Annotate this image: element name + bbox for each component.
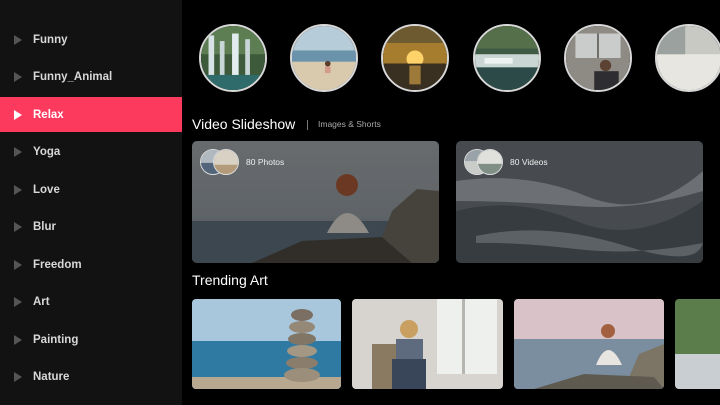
- story-circle-sea-foam[interactable]: [655, 24, 720, 92]
- photo-thumb-icon: [213, 149, 239, 175]
- sidebar-item-painting[interactable]: Painting: [0, 322, 182, 357]
- sidebar-item-art[interactable]: Art: [0, 284, 182, 319]
- video-thumb-icon: [477, 149, 503, 175]
- trending-tile-window[interactable]: [352, 299, 503, 389]
- photos-count: 80 Photos: [246, 157, 285, 167]
- category-sidebar: Funny Funny_Animal Relax Yoga Love Blur …: [0, 0, 182, 405]
- sidebar-item-label: Nature: [33, 370, 70, 383]
- sidebar-item-label: Painting: [33, 333, 79, 346]
- video-slideshow-subtitle: Images & Shorts: [318, 119, 381, 129]
- coast-art: [675, 299, 720, 389]
- sidebar-item-funny-animal[interactable]: Funny_Animal: [0, 59, 182, 94]
- woman-window-art: [352, 299, 503, 389]
- play-icon: [14, 259, 22, 270]
- trending-tile-rock-sunset[interactable]: [514, 299, 664, 389]
- play-icon: [14, 371, 22, 382]
- trending-tile-stones[interactable]: [192, 299, 341, 389]
- sea-foam-thumbnail: [657, 26, 720, 90]
- story-circle-beach[interactable]: [290, 24, 358, 92]
- sidebar-item-label: Art: [33, 295, 50, 308]
- sidebar-item-yoga[interactable]: Yoga: [0, 134, 182, 169]
- sidebar-item-label: Funny_Animal: [33, 70, 113, 83]
- river-rapids-thumbnail: [475, 26, 539, 90]
- sidebar-item-label: Relax: [33, 108, 64, 121]
- play-icon: [14, 109, 22, 120]
- play-icon: [14, 146, 22, 157]
- play-icon: [14, 221, 22, 232]
- play-icon: [14, 34, 22, 45]
- woman-on-beach-thumbnail: [292, 26, 356, 90]
- sidebar-item-label: Blur: [33, 220, 56, 233]
- section-divider: [307, 120, 308, 130]
- play-icon: [14, 184, 22, 195]
- videos-count: 80 Videos: [510, 157, 548, 167]
- sidebar-item-funny[interactable]: Funny: [0, 22, 182, 57]
- play-icon: [14, 334, 22, 345]
- sidebar-item-label: Freedom: [33, 258, 82, 271]
- story-circle-river[interactable]: [473, 24, 541, 92]
- waterfall-forest-thumbnail: [201, 26, 265, 90]
- slideshow-card-photos[interactable]: 80 Photos: [192, 141, 439, 263]
- story-circle-indoors[interactable]: [564, 24, 632, 92]
- sidebar-item-blur[interactable]: Blur: [0, 209, 182, 244]
- story-circle-waterfall[interactable]: [199, 24, 267, 92]
- sidebar-item-label: Funny: [33, 33, 68, 46]
- sunset-sea-thumbnail: [383, 26, 447, 90]
- story-circle-sunset[interactable]: [381, 24, 449, 92]
- stacked-stones-art: [192, 299, 341, 389]
- sidebar-item-nature[interactable]: Nature: [0, 359, 182, 394]
- trending-art-title: Trending Art: [192, 272, 268, 288]
- woman-rock-sunset-art: [514, 299, 664, 389]
- sidebar-item-label: Yoga: [33, 145, 61, 158]
- trending-tile-coast[interactable]: [675, 299, 720, 389]
- sidebar-item-label: Love: [33, 183, 60, 196]
- play-icon: [14, 71, 22, 82]
- sidebar-item-love[interactable]: Love: [0, 172, 182, 207]
- woman-indoors-thumbnail: [566, 26, 630, 90]
- slideshow-card-videos[interactable]: 80 Videos: [456, 141, 703, 263]
- video-slideshow-title: Video Slideshow: [192, 116, 296, 132]
- sidebar-item-freedom[interactable]: Freedom: [0, 247, 182, 282]
- play-icon: [14, 296, 22, 307]
- sidebar-item-relax[interactable]: Relax: [0, 97, 182, 132]
